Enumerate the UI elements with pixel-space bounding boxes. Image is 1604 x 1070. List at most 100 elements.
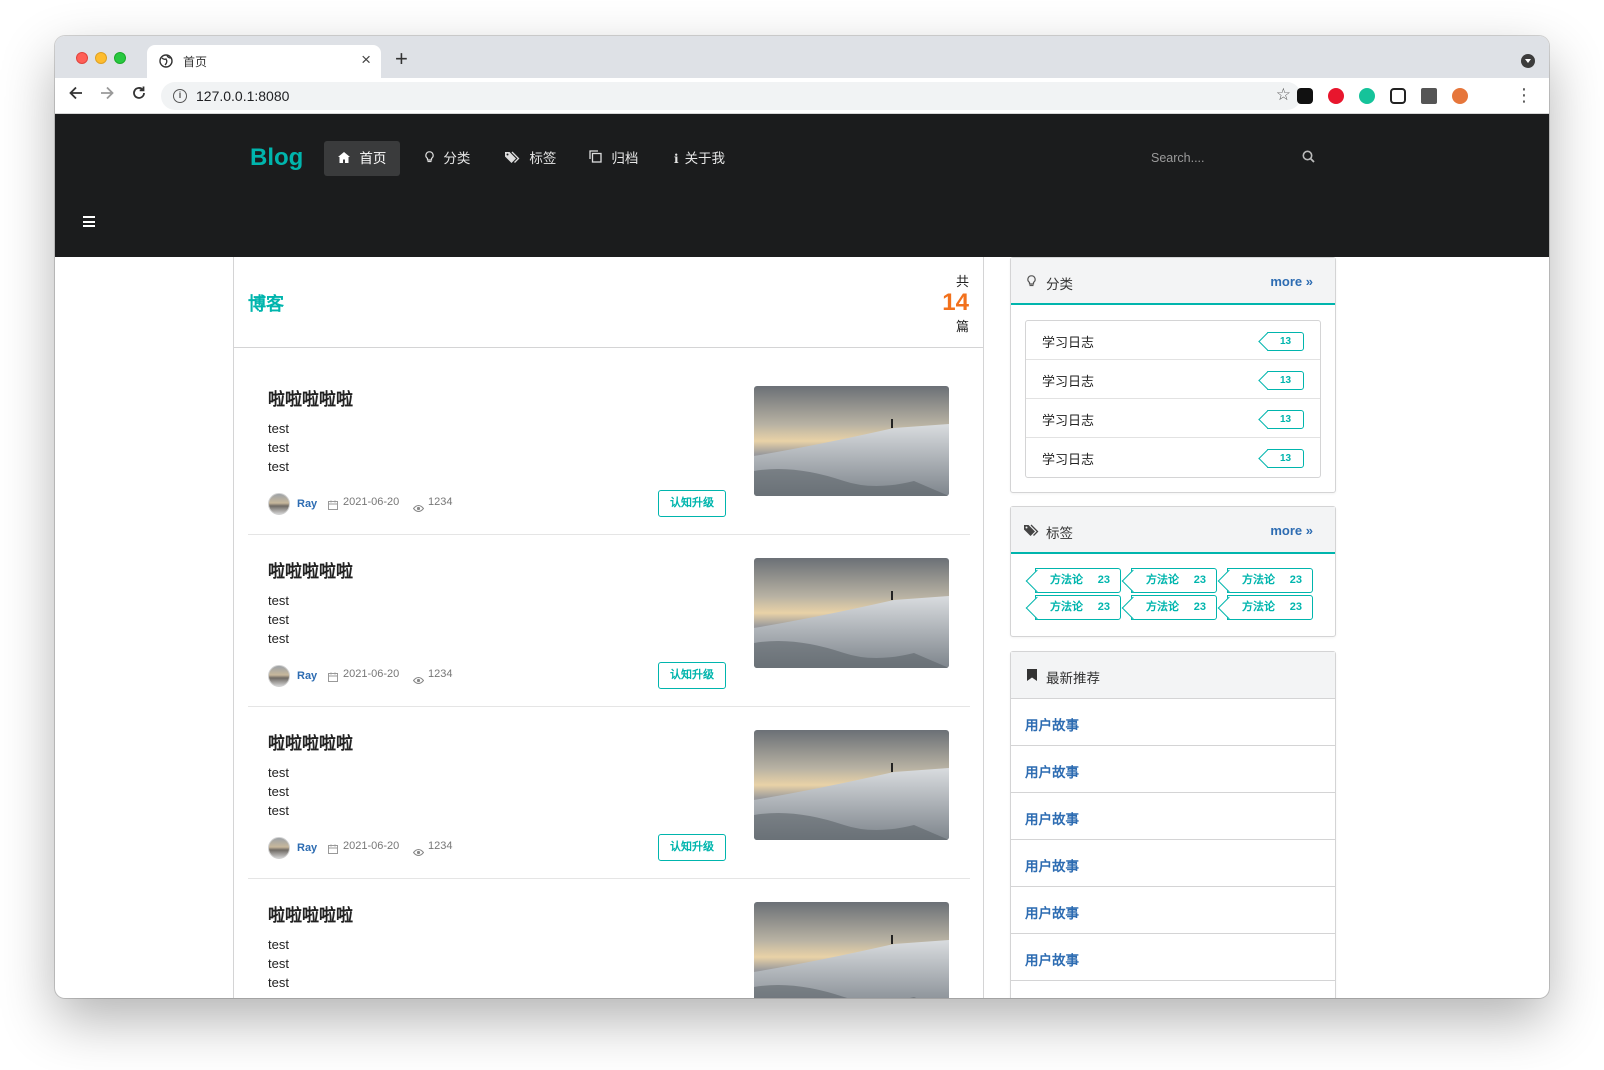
article-tag-label[interactable]: 认知升级: [658, 490, 726, 517]
minimize-window-button[interactable]: [95, 52, 107, 64]
article-item[interactable]: 啦啦啦啦啦testtesttestRay2021-06-201234认知升级: [248, 707, 970, 879]
browser-tab[interactable]: 首页 ×: [147, 45, 381, 78]
categories-card: 分类 more » 学习日志 13 学习日志 13 学习日志 13 学习日志 13: [1010, 257, 1336, 493]
article-excerpt-line: test: [268, 956, 289, 971]
category-count: 13: [1279, 453, 1292, 464]
category-item[interactable]: 学习日志 13: [1026, 399, 1320, 438]
article-tag-label[interactable]: 认知升级: [658, 834, 726, 861]
site-header: Blog 首页 分类 标签 归档 i 关于我 Search....: [55, 114, 1549, 257]
article-date: 2021-06-20: [343, 668, 400, 680]
article-title[interactable]: 啦啦啦啦啦: [268, 729, 353, 754]
category-item[interactable]: 学习日志 13: [1026, 360, 1320, 399]
article-excerpt-line: test: [268, 440, 289, 455]
article-author[interactable]: Ray: [297, 498, 317, 510]
tags-more-link[interactable]: more »: [1270, 523, 1313, 538]
article-thumbnail[interactable]: [754, 386, 949, 496]
article-thumbnail[interactable]: [754, 558, 949, 668]
recommend-link[interactable]: 用户故事: [1025, 949, 1079, 969]
tab-strip: 首页 × +: [55, 36, 1549, 78]
site-info-icon[interactable]: i: [173, 89, 187, 103]
extension-icon[interactable]: [1297, 88, 1313, 104]
tag-item[interactable]: 方法论 23: [1035, 595, 1121, 620]
new-tab-button[interactable]: +: [395, 46, 408, 72]
address-bar[interactable]: i 127.0.0.1:8080 ☆: [161, 82, 1301, 110]
menu-item-home[interactable]: 首页: [324, 141, 401, 176]
extension-icon[interactable]: [1328, 88, 1344, 104]
bookmark-star-icon[interactable]: ☆: [1276, 85, 1291, 105]
count-prefix: 共: [955, 274, 969, 289]
recommend-card: 最新推荐 用户故事 用户故事 用户故事 用户故事 用户故事 用户故事: [1010, 651, 1336, 998]
article-title[interactable]: 啦啦啦啦啦: [268, 901, 353, 926]
search-input[interactable]: Search....: [1141, 147, 1331, 169]
tab-search-icon[interactable]: [1521, 54, 1535, 68]
puzzle-icon[interactable]: [1421, 88, 1437, 104]
close-tab-icon[interactable]: ×: [361, 50, 371, 70]
reload-icon[interactable]: [130, 84, 148, 108]
article-excerpt-line: test: [268, 459, 289, 474]
article-author[interactable]: Ray: [297, 670, 317, 682]
article-title[interactable]: 啦啦啦啦啦: [268, 385, 353, 410]
recommend-title: 最新推荐: [1046, 671, 1100, 686]
menu-label: 关于我: [684, 151, 726, 166]
tag-item[interactable]: 方法论 23: [1131, 595, 1217, 620]
menu-item-about[interactable]: i 关于我: [660, 141, 739, 176]
article-excerpt-line: test: [268, 784, 289, 799]
recommend-item[interactable]: 用户故事: [1011, 934, 1335, 981]
recommend-link[interactable]: 用户故事: [1025, 902, 1079, 922]
tag-name: 方法论: [1242, 601, 1275, 613]
article-tag-label[interactable]: 认知升级: [658, 662, 726, 689]
lightbulb-icon: [1027, 274, 1036, 292]
tag-count: 23: [1289, 601, 1302, 613]
tag-name: 方法论: [1050, 601, 1083, 613]
article-thumbnail[interactable]: [754, 730, 949, 840]
article-date: 2021-06-20: [343, 840, 400, 852]
menu-item-archive[interactable]: 归档: [575, 141, 652, 176]
search-icon[interactable]: [1302, 150, 1315, 168]
grammarly-icon[interactable]: [1359, 88, 1375, 104]
forward-icon[interactable]: [98, 84, 116, 108]
article-item[interactable]: 啦啦啦啦啦testtesttestRay2021-06-201234认知升级: [248, 363, 970, 535]
recommend-link[interactable]: 用户故事: [1025, 761, 1079, 781]
site-logo[interactable]: Blog: [250, 144, 303, 172]
article-views: 1234: [428, 840, 453, 852]
recommend-link[interactable]: 用户故事: [1025, 714, 1079, 734]
tag-item[interactable]: 方法论 23: [1035, 568, 1121, 593]
article-item[interactable]: 啦啦啦啦啦testtesttestRay2021-06-201234认知升级: [248, 535, 970, 707]
avatar-extension-icon[interactable]: [1452, 88, 1468, 104]
tag-item[interactable]: 方法论 23: [1227, 568, 1313, 593]
recommend-link[interactable]: 用户故事: [1025, 855, 1079, 875]
menu-label: 分类: [443, 151, 471, 166]
category-count: 13: [1279, 414, 1292, 425]
recommend-item[interactable]: 用户故事: [1011, 793, 1335, 840]
article-item[interactable]: 啦啦啦啦啦testtesttestRay2021-06-201234认知升级: [248, 879, 970, 998]
close-window-button[interactable]: [76, 52, 88, 64]
menu-item-category[interactable]: 分类: [411, 141, 484, 176]
article-author[interactable]: Ray: [297, 842, 317, 854]
recommend-item[interactable]: 用户故事: [1011, 887, 1335, 934]
avatar[interactable]: [268, 837, 290, 859]
article-excerpt-line: test: [268, 803, 289, 818]
avatar[interactable]: [268, 493, 290, 515]
tag-item[interactable]: 方法论 23: [1131, 568, 1217, 593]
back-icon[interactable]: [67, 84, 85, 108]
extension-icon[interactable]: [1390, 88, 1406, 104]
tag-name: 方法论: [1146, 601, 1179, 613]
browser-menu-icon[interactable]: ⋮: [1515, 85, 1533, 106]
category-item[interactable]: 学习日志 13: [1026, 321, 1320, 360]
article-thumbnail[interactable]: [754, 902, 949, 998]
recommend-link[interactable]: 用户故事: [1025, 808, 1079, 828]
tag-item[interactable]: 方法论 23: [1227, 595, 1313, 620]
avatar[interactable]: [268, 665, 290, 687]
recommend-item[interactable]: 用户故事: [1011, 699, 1335, 746]
recommend-item[interactable]: 用户故事: [1011, 746, 1335, 793]
hamburger-menu-icon[interactable]: [83, 216, 95, 230]
article-title[interactable]: 啦啦啦啦啦: [268, 557, 353, 582]
categories-more-link[interactable]: more »: [1270, 274, 1313, 289]
menu-item-tags[interactable]: 标签: [491, 141, 570, 176]
recommend-item[interactable]: 用户故事: [1011, 840, 1335, 887]
double-chevron-right-icon: »: [1305, 274, 1313, 289]
article-count: 共 14 篇: [919, 271, 969, 335]
double-chevron-right-icon: »: [1305, 523, 1313, 538]
category-item[interactable]: 学习日志 13: [1026, 438, 1320, 477]
maximize-window-button[interactable]: [114, 52, 126, 64]
